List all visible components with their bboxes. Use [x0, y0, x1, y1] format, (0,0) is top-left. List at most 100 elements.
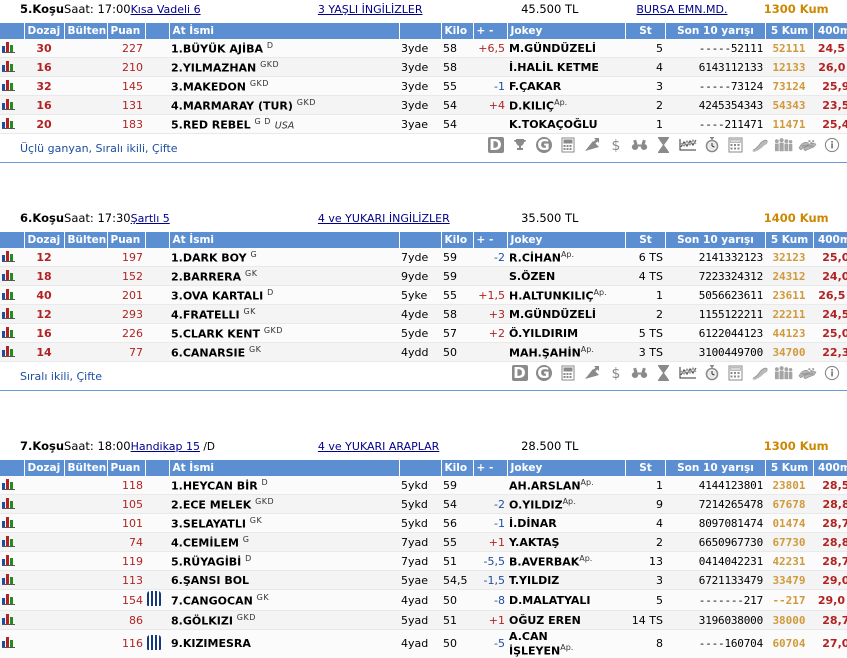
table-row[interactable]: 105 2.ECE MELEK GKD 5ykd 54 -2 O.YILDIZA… [0, 495, 847, 514]
race-condition-link[interactable]: Handikap 15 [131, 440, 200, 453]
calculator-icon[interactable] [726, 363, 745, 382]
cell-jockey[interactable]: M.GÜNDÜZELİ [507, 305, 625, 324]
race-sponsor-link[interactable]: BURSA EMN.MD. [636, 3, 727, 16]
table-row[interactable]: 30 227 1.BÜYÜK AJİBA D 3yde 58 +6,5 M.GÜ… [0, 39, 847, 58]
bar-chart-icon[interactable] [2, 516, 15, 528]
binoculars-icon[interactable] [630, 363, 649, 382]
table-row[interactable]: 12 293 4.FRATELLI GK 4yde 58 +3 M.GÜNDÜZ… [0, 305, 847, 324]
cell-chart[interactable] [0, 590, 24, 611]
trend-up-icon[interactable] [582, 363, 601, 382]
cell-horse-name[interactable]: 4.FRATELLI GK [169, 305, 399, 324]
cell-horse-name[interactable]: 2.YILMAZHAN GKD [169, 58, 399, 77]
cell-chart[interactable] [0, 343, 24, 362]
bar-chart-icon[interactable] [2, 593, 15, 605]
cell-jockey[interactable]: D.KILIÇAp. [507, 96, 625, 115]
cell-jockey[interactable]: K.TOKAÇOĞLU [507, 115, 625, 134]
cell-chart[interactable] [0, 115, 24, 134]
detail-d-icon[interactable]: D [486, 135, 505, 154]
cell-chart[interactable] [0, 305, 24, 324]
dollar-icon[interactable]: $ [606, 363, 625, 382]
cell-horse-name[interactable]: 1.HEYCAN BİR D [169, 476, 399, 495]
cell-horse-name[interactable]: 3.OVA KARTALI D [169, 286, 399, 305]
cell-chart[interactable] [0, 324, 24, 343]
bar-chart-icon[interactable] [2, 269, 15, 281]
bar-chart-icon[interactable] [2, 573, 15, 585]
bar-chart-icon[interactable] [2, 497, 15, 509]
bar-chart-icon[interactable] [2, 478, 15, 490]
table-row[interactable]: 119 5.RÜYAGİBİ D 7yad 51 -5,5 B.AVERBAKA… [0, 552, 847, 571]
hourglass-icon[interactable] [654, 363, 673, 382]
cell-horse-name[interactable]: 1.DARK BOY G [169, 248, 399, 267]
info-icon[interactable] [822, 363, 841, 382]
bar-chart-icon[interactable] [2, 613, 15, 625]
cell-jockey[interactable]: D.MALATYALI [507, 590, 625, 611]
line-graph-icon[interactable] [678, 135, 697, 154]
table-row[interactable]: 12 197 1.DARK BOY G 7yde 59 -2 R.CİHANAp… [0, 248, 847, 267]
cell-horse-name[interactable]: 5.RÜYAGİBİ D [169, 552, 399, 571]
table-row[interactable]: 74 4.CEMİLEM G 7yad 55 +1 Y.AKTAŞ 2 6650… [0, 533, 847, 552]
info-icon[interactable] [822, 135, 841, 154]
cell-jockey[interactable]: Ö.YILDIRIM [507, 324, 625, 343]
cell-chart[interactable] [0, 267, 24, 286]
cell-jockey[interactable]: O.YILDIZAp. [507, 495, 625, 514]
bar-chart-icon[interactable] [2, 288, 15, 300]
detail-d-icon[interactable]: D [510, 363, 529, 382]
table-row[interactable]: 14 77 6.CANARSIE GK 4ydd 50 MAH.ŞAHİNAp.… [0, 343, 847, 362]
trend-up-icon[interactable] [582, 135, 601, 154]
cell-horse-name[interactable]: 1.BÜYÜK AJİBA D [169, 39, 399, 58]
table-row[interactable]: 40 201 3.OVA KARTALI D 5yke 55 +1,5 H.AL… [0, 286, 847, 305]
cell-chart[interactable] [0, 514, 24, 533]
cell-chart[interactable] [0, 96, 24, 115]
cell-chart[interactable] [0, 630, 24, 658]
cell-jockey[interactable]: OĞUZ EREN [507, 611, 625, 630]
cell-chart[interactable] [0, 552, 24, 571]
cell-horse-name[interactable]: 6.ŞANSI BOL [169, 571, 399, 590]
line-graph-icon[interactable] [678, 363, 697, 382]
form-sheet-icon[interactable] [558, 135, 577, 154]
bar-chart-icon[interactable] [2, 79, 15, 91]
gallop-g-icon[interactable]: G [534, 363, 553, 382]
cell-jockey[interactable]: B.AVERBAKAp. [507, 552, 625, 571]
cell-horse-name[interactable]: 3.MAKEDON GKD [169, 77, 399, 96]
bar-chart-icon[interactable] [2, 307, 15, 319]
bar-chart-icon[interactable] [2, 345, 15, 357]
table-row[interactable]: 118 1.HEYCAN BİR D 5ykd 59 AH.ARSLANAp. … [0, 476, 847, 495]
table-row[interactable]: 86 8.GÖLKIZI GKD 5yad 51 +1 OĞUZ EREN 14… [0, 611, 847, 630]
bar-chart-icon[interactable] [2, 98, 15, 110]
stopwatch-icon[interactable] [702, 363, 721, 382]
bar-chart-icon[interactable] [2, 41, 15, 53]
trophy-icon[interactable] [510, 135, 529, 154]
cell-jockey[interactable]: H.ALTUNKILIÇAp. [507, 286, 625, 305]
cell-horse-name[interactable]: 2.BARRERA GK [169, 267, 399, 286]
cell-horse-name[interactable]: 4.CEMİLEM G [169, 533, 399, 552]
cell-chart[interactable] [0, 58, 24, 77]
cell-jockey[interactable]: F.ÇAKAR [507, 77, 625, 96]
bar-chart-icon[interactable] [2, 326, 15, 338]
cell-chart[interactable] [0, 77, 24, 96]
bar-chart-icon[interactable] [2, 60, 15, 72]
horse-icon[interactable] [750, 135, 769, 154]
table-row[interactable]: 113 6.ŞANSI BOL 5yae 54,5 -1,5 T.YILDIZ … [0, 571, 847, 590]
cell-chart[interactable] [0, 286, 24, 305]
race-type-link[interactable]: 4 ve YUKARI ARAPLAR [318, 440, 439, 453]
table-row[interactable]: 154 7.CANGOCAN GK 4yad 50 -8 D.MALATYALI… [0, 590, 847, 611]
table-row[interactable]: 32 145 3.MAKEDON GKD 3yde 55 -1 F.ÇAKAR … [0, 77, 847, 96]
form-sheet-icon[interactable] [558, 363, 577, 382]
cell-horse-name[interactable]: 8.GÖLKIZI GKD [169, 611, 399, 630]
cell-horse-name[interactable]: 5.CLARK KENT GKD [169, 324, 399, 343]
table-row[interactable]: 18 152 2.BARRERA GK 9yde 59 S.ÖZEN 4 TS … [0, 267, 847, 286]
table-row[interactable]: 116 9.KIZIMESRA 4yad 50 -5 A.CANİŞLEYENA… [0, 630, 847, 658]
crowd-icon[interactable] [774, 135, 793, 154]
calculator-icon[interactable] [726, 135, 745, 154]
cell-horse-name[interactable]: 6.CANARSIE GK [169, 343, 399, 362]
cell-jockey[interactable]: A.CANİŞLEYENAp. [507, 630, 625, 658]
cell-horse-name[interactable]: 4.MARMARAY (TUR) GKD [169, 96, 399, 115]
cell-jockey[interactable]: MAH.ŞAHİNAp. [507, 343, 625, 362]
cell-horse-name[interactable]: 2.ECE MELEK GKD [169, 495, 399, 514]
bar-chart-icon[interactable] [2, 250, 15, 262]
cell-jockey[interactable]: İ.HALİL KETME [507, 58, 625, 77]
cell-chart[interactable] [0, 248, 24, 267]
cell-chart[interactable] [0, 476, 24, 495]
cell-jockey[interactable]: S.ÖZEN [507, 267, 625, 286]
cell-jockey[interactable]: R.CİHANAp. [507, 248, 625, 267]
